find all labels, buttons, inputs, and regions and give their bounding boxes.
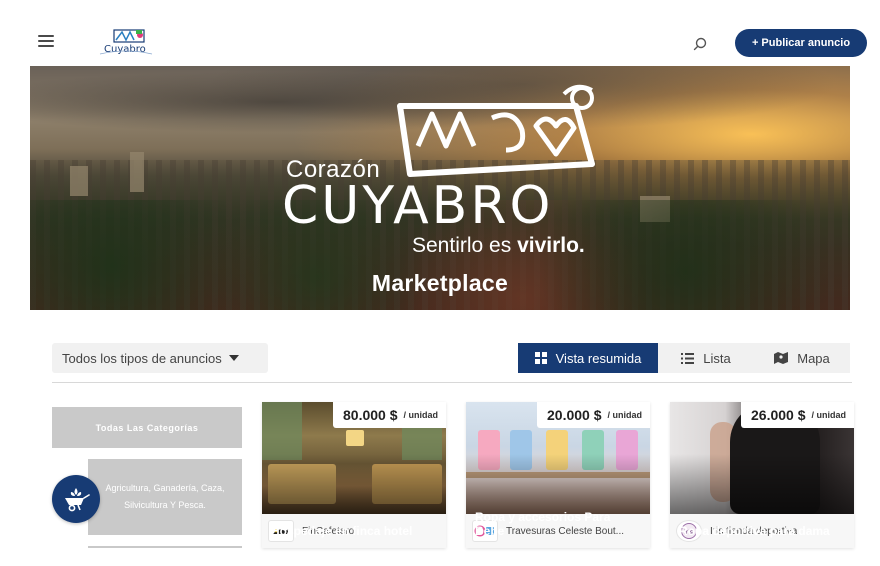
price-amount: 80.000 $ xyxy=(343,407,398,423)
site-logo[interactable]: Cuyabro xyxy=(96,28,156,56)
toolbar-divider xyxy=(52,382,852,383)
brand-tagline: Sentirlo es vivirlo. xyxy=(412,234,585,258)
view-tab-list-label: Lista xyxy=(703,350,731,366)
hotel-bed xyxy=(268,464,336,504)
listing-price: 20.000 $ / unidad xyxy=(537,402,650,428)
wheelbarrow-plant-icon[interactable] xyxy=(52,475,100,523)
clothing-rack xyxy=(510,430,532,470)
hero-building xyxy=(70,166,88,196)
listing-price: 80.000 $ / unidad xyxy=(333,402,446,428)
price-unit: / unidad xyxy=(607,410,643,420)
category-item-agriculture[interactable]: Agricultura, Ganadería, Caza, Silvicultu… xyxy=(88,459,242,535)
clothing-rack xyxy=(478,430,500,470)
view-tab-summary-label: Vista resumida xyxy=(555,350,642,366)
view-tab-summary[interactable]: Vista resumida xyxy=(518,343,658,373)
grid-icon xyxy=(534,352,547,364)
ad-type-select[interactable]: Todos los tipos de anuncios xyxy=(52,343,268,373)
clothing-rack xyxy=(546,430,568,470)
publish-ad-button[interactable]: + Publicar anuncio xyxy=(735,29,867,57)
clothing-rack xyxy=(582,430,604,470)
listing-card[interactable]: 26.000 $ / unidad Ropa deportiva para da… xyxy=(670,402,854,548)
listing-card[interactable]: 20.000 $ / unidad Ropa y accesorios Para… xyxy=(466,402,650,548)
price-unit: / unidad xyxy=(811,410,847,420)
tagline-prefix: Sentirlo es xyxy=(412,234,518,257)
corazon-cuyabro-mark-icon xyxy=(397,84,595,177)
page-title: Marketplace xyxy=(371,270,509,296)
hotel-lamp xyxy=(346,430,364,446)
brand-title: CUYABRO xyxy=(282,176,554,236)
price-amount: 26.000 $ xyxy=(751,407,806,423)
caret-down-icon xyxy=(228,355,239,361)
view-switcher: Vista resumida Lista Mapa xyxy=(518,343,850,373)
hamburger-icon[interactable] xyxy=(38,35,54,47)
listing-price: 26.000 $ / unidad xyxy=(741,402,854,428)
category-divider xyxy=(88,546,242,548)
view-tab-map-label: Mapa xyxy=(797,350,830,366)
listing-title[interactable]: Ropa y accesorios Para Bebe xyxy=(475,510,643,538)
hotel-curtain xyxy=(262,402,302,460)
price-amount: 20.000 $ xyxy=(547,407,602,423)
hero-banner: Corazón CUYABRO Sentirlo es vivirlo. Mar… xyxy=(30,66,850,310)
svg-text:Cuyabro: Cuyabro xyxy=(104,44,146,55)
listing-title[interactable]: Ropa deportiva para dama xyxy=(679,524,847,538)
clothing-rack xyxy=(616,430,638,470)
hero-building xyxy=(130,152,144,192)
view-tab-list[interactable]: Lista xyxy=(658,343,754,373)
listing-title[interactable]: Hospedaje en finca hotel xyxy=(271,524,439,538)
search-icon[interactable] xyxy=(692,36,708,52)
view-tab-map[interactable]: Mapa xyxy=(754,343,850,373)
ad-type-select-label: Todos los tipos de anuncios xyxy=(62,350,222,366)
store-shelf xyxy=(466,472,650,478)
map-icon xyxy=(774,352,789,364)
tagline-bold: vivirlo. xyxy=(517,234,585,257)
hotel-bed xyxy=(372,464,442,504)
listing-card[interactable]: 80.000 $ / unidad Hospedaje en finca hot… xyxy=(262,402,446,548)
marketplace-page: Cuyabro + Publicar anuncio Corazón CUYAB… xyxy=(0,0,880,566)
all-categories-button[interactable]: Todas Las Categorías xyxy=(52,407,242,448)
list-icon xyxy=(681,352,695,364)
top-header: Cuyabro + Publicar anuncio xyxy=(0,0,880,66)
price-unit: / unidad xyxy=(403,410,439,420)
